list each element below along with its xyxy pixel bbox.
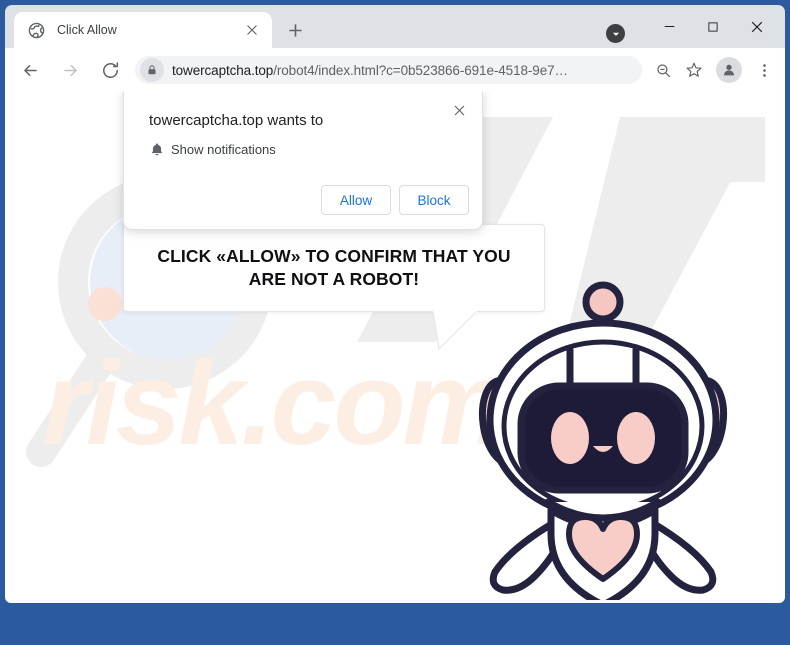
- address-bar[interactable]: towercaptcha.top/robot4/index.html?c=0b5…: [135, 56, 642, 84]
- browser-window: Click Allow towercaptcha.top/robot4/inde…: [0, 0, 790, 645]
- window-controls: [606, 5, 785, 48]
- page-viewport: risk.com towercaptcha.top wants to Show …: [5, 92, 785, 603]
- forward-arrow-icon: [55, 55, 85, 85]
- caret-down-circle-icon[interactable]: [606, 24, 625, 43]
- zoom-out-icon[interactable]: [649, 56, 677, 84]
- tab-title: Click Allow: [57, 23, 117, 37]
- globe-icon: [28, 22, 45, 39]
- browser-tab-active[interactable]: Click Allow: [14, 12, 272, 48]
- permission-label: Show notifications: [171, 142, 276, 157]
- speech-bubble-text: CLICK «ALLOW» TO CONFIRM THAT YOU ARE NO…: [157, 245, 511, 289]
- permission-dialog-title: towercaptcha.top wants to: [149, 112, 324, 129]
- tab-strip: Click Allow: [5, 5, 785, 48]
- permission-row: Show notifications: [149, 142, 276, 157]
- three-dot-menu-icon[interactable]: [750, 56, 778, 84]
- watermark-text: risk.com: [43, 338, 504, 470]
- url-text: towercaptcha.top/robot4/index.html?c=0b5…: [172, 63, 636, 78]
- back-arrow-icon[interactable]: [15, 55, 45, 85]
- bell-icon: [149, 142, 165, 163]
- robot-mascot: [478, 281, 728, 600]
- speech-bubble: CLICK «ALLOW» TO CONFIRM THAT YOU ARE NO…: [123, 224, 545, 312]
- star-icon[interactable]: [680, 56, 708, 84]
- minimize-button[interactable]: [647, 6, 691, 47]
- url-host: towercaptcha.top: [172, 62, 274, 78]
- close-icon[interactable]: [446, 97, 472, 123]
- notification-permission-dialog: towercaptcha.top wants to Show notificat…: [123, 92, 483, 230]
- url-path: /robot4/index.html?c=0b523866-691e-4518-…: [273, 62, 568, 78]
- tab-close-icon[interactable]: [242, 20, 262, 40]
- speech-bubble-tail: [433, 311, 478, 351]
- close-button[interactable]: [735, 6, 779, 47]
- browser-toolbar: towercaptcha.top/robot4/index.html?c=0b5…: [5, 48, 785, 92]
- profile-avatar-icon[interactable]: [716, 57, 742, 83]
- reload-icon[interactable]: [95, 55, 125, 85]
- permission-actions: Allow Block: [321, 185, 469, 215]
- lock-icon[interactable]: [140, 58, 164, 82]
- allow-button[interactable]: Allow: [321, 185, 391, 215]
- new-tab-button[interactable]: [280, 15, 310, 45]
- block-button[interactable]: Block: [399, 185, 469, 215]
- maximize-button[interactable]: [691, 6, 735, 47]
